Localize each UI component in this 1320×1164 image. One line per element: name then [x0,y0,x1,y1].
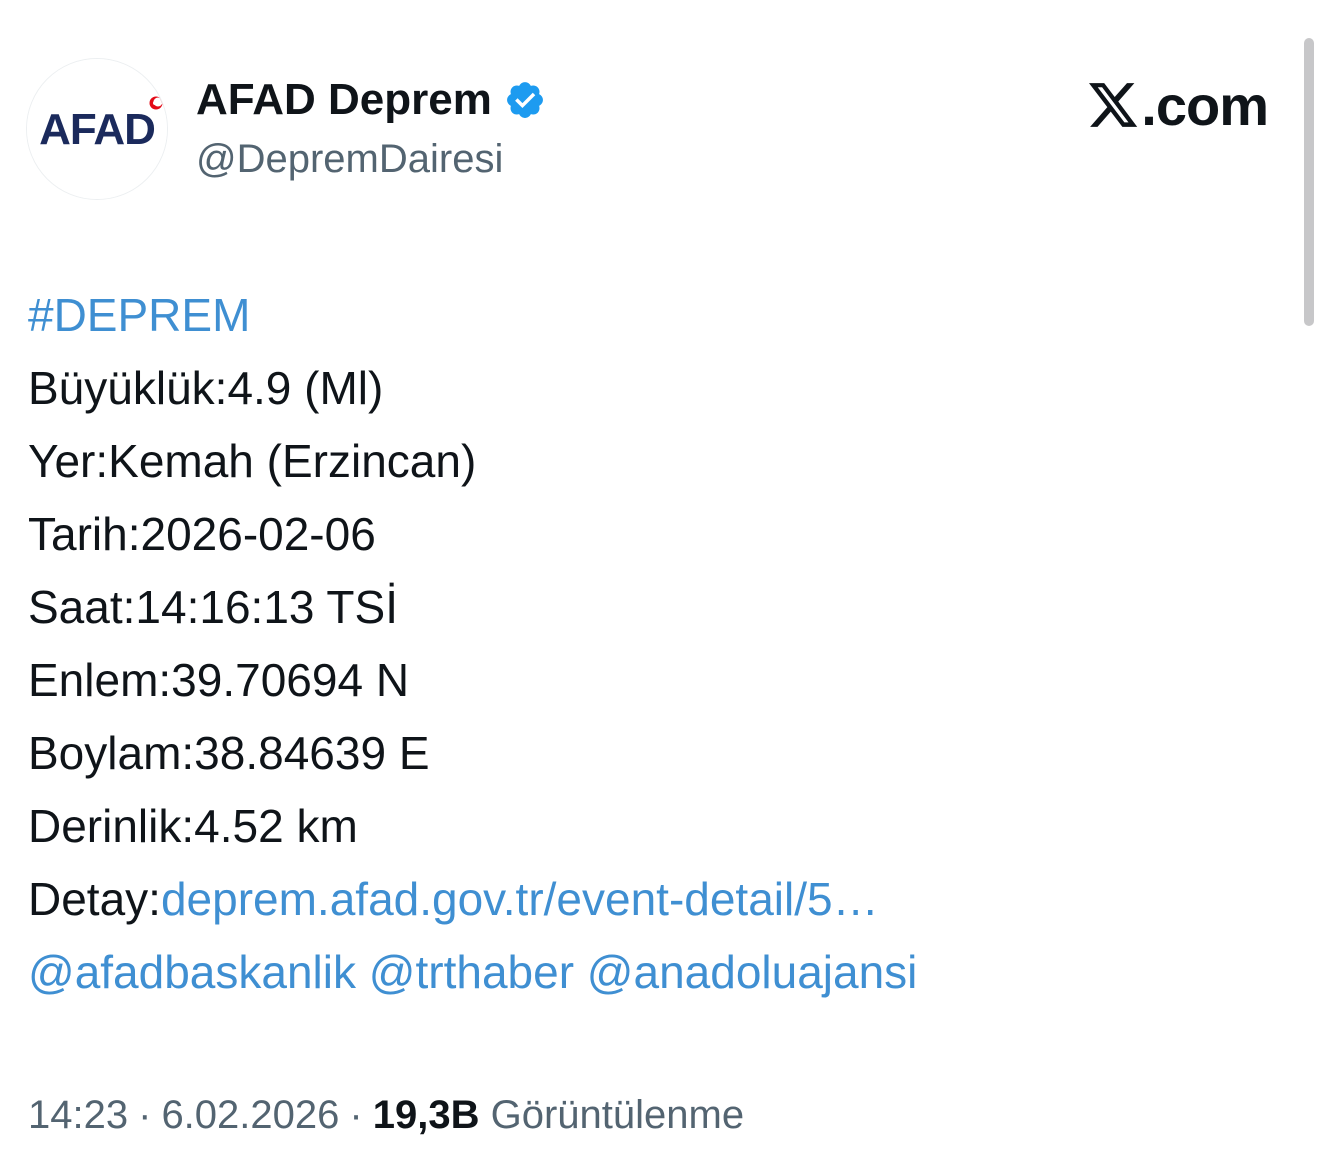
hashtag-line: #DEPREM [28,279,1268,352]
author-display-name[interactable]: AFAD Deprem [196,74,546,126]
longitude-value: 38.84639 E [194,727,430,779]
time-line: Saat:14:16:13 TSİ [28,571,1268,644]
detail-line: Detay:deprem.afad.gov.tr/event-detail/5… [28,863,1268,936]
magnitude-label: Büyüklük: [28,362,228,414]
mention-anadoluajansi[interactable]: @anadoluajansi [587,946,918,998]
latitude-line: Enlem:39.70694 N [28,644,1268,717]
time-label: Saat: [28,581,136,633]
author-name-text[interactable]: AFAD Deprem [196,74,492,126]
tweet-date[interactable]: 6.02.2026 [161,1093,339,1137]
date-value: 2026-02-06 [140,508,376,560]
depth-line: Derinlik:4.52 km [28,790,1268,863]
afad-logo-text: AFAD [39,105,155,154]
meta-separator: · [138,1093,152,1137]
magnitude-value: 4.9 (Ml) [227,362,384,414]
x-logo-icon [1089,83,1138,127]
location-line: Yer:Kemah (Erzincan) [28,425,1268,498]
mention-trthaber[interactable]: @trthaber [369,946,574,998]
afad-avatar[interactable]: AFAD [26,58,168,200]
depth-value: 4.52 km [194,800,358,852]
time-value: 14:16:13 TSİ [135,581,398,633]
hashtag-link[interactable]: #DEPREM [28,289,250,341]
verified-badge-icon [506,82,543,118]
location-value: Kemah (Erzincan) [108,435,477,487]
longitude-label: Boylam: [28,727,195,779]
author-handle[interactable]: @DepremDairesi [196,136,503,182]
brand-suffix: .com [1141,74,1269,137]
tweet-time[interactable]: 14:23 [28,1093,128,1137]
mention-afadbaskanlik[interactable]: @afadbaskanlik [28,946,356,998]
magnitude-line: Büyüklük:4.9 (Ml) [28,352,1268,425]
detail-label: Detay: [28,873,161,925]
location-label: Yer: [28,435,109,487]
views-count[interactable]: 19,3B [373,1093,480,1137]
mentions-line: @afadbaskanlik @trthaber @anadoluajansi [28,936,1268,1009]
latitude-label: Enlem: [28,654,172,706]
meta-separator: · [349,1093,363,1137]
tweet-text: #DEPREM Büyüklük:4.9 (Ml) Yer:Kemah (Erz… [28,279,1268,1009]
latitude-value: 39.70694 N [171,654,410,706]
detail-link[interactable]: deprem.afad.gov.tr/event-detail/5… [161,873,879,925]
longitude-line: Boylam:38.84639 E [28,717,1268,790]
date-label: Tarih: [28,508,141,560]
views-label: Görüntülenme [490,1093,745,1137]
depth-label: Derinlik: [28,800,195,852]
x-com-brand[interactable]: .com [1089,74,1269,137]
scrollbar[interactable] [1304,38,1314,326]
date-line: Tarih:2026-02-06 [28,498,1268,571]
tweet-meta: 14:23 · 6.02.2026 · 19,3B Görüntülenme [28,1090,744,1140]
afad-logo-icon: AFAD [27,59,167,199]
